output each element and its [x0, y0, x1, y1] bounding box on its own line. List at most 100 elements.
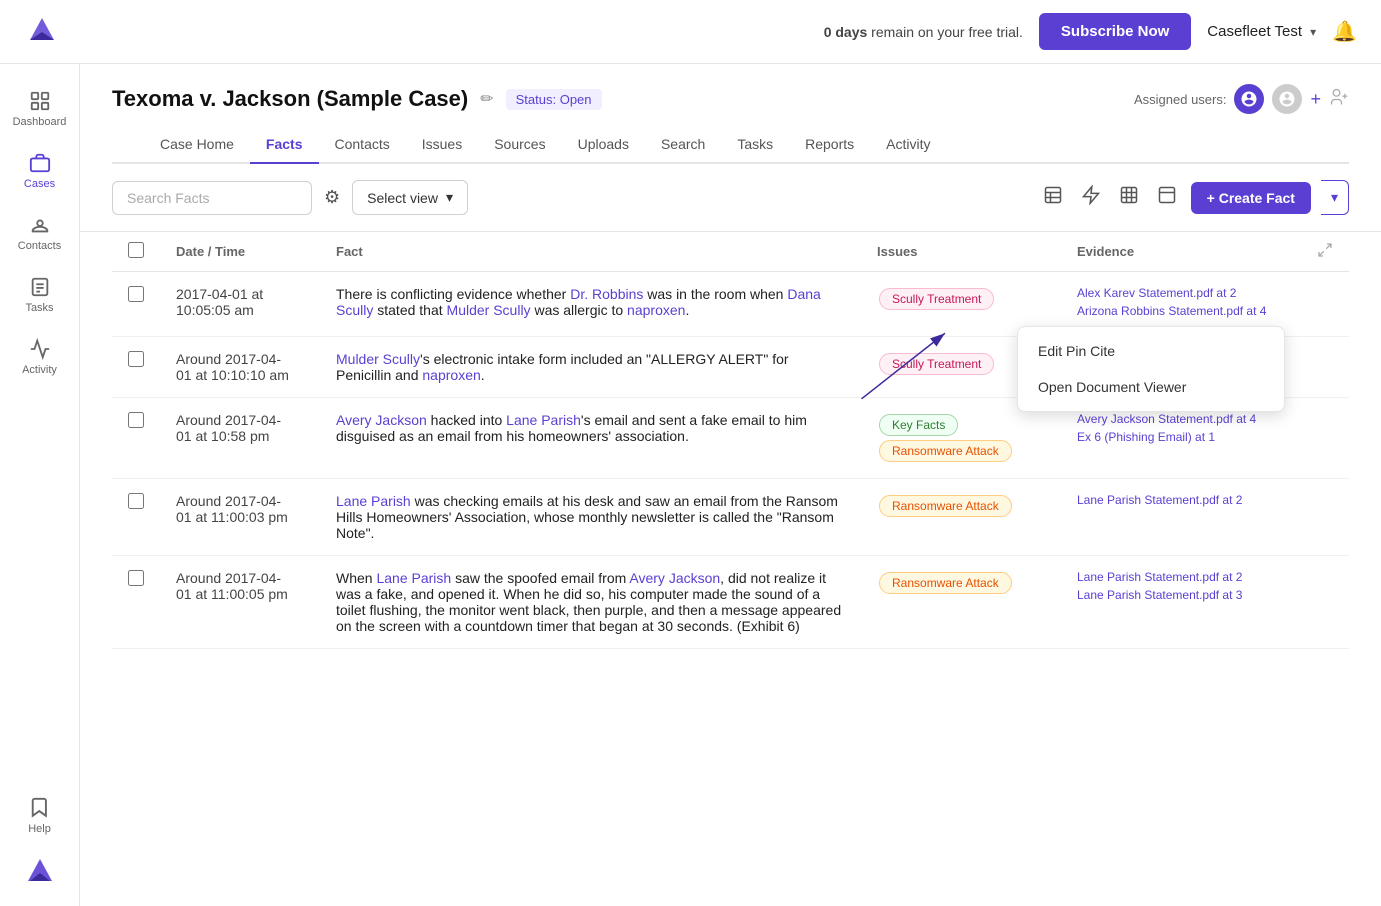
col-header-expand: [1301, 232, 1349, 272]
tab-uploads[interactable]: Uploads: [562, 126, 645, 164]
evidence-link-1[interactable]: Alex Karev Statement.pdf at 2: [1077, 286, 1285, 300]
case-title: Texoma v. Jackson (Sample Case): [112, 86, 468, 112]
row4-issues: Ransomware Attack: [861, 479, 1061, 556]
sidebar-item-help[interactable]: Help: [28, 796, 51, 835]
link-mulder-scully-2[interactable]: Mulder Scully: [336, 351, 420, 367]
edit-case-icon[interactable]: ✏: [480, 89, 493, 109]
evidence-link-5[interactable]: Ex 6 (Phishing Email) at 1: [1077, 430, 1285, 444]
link-dr-robbins[interactable]: Dr. Robbins: [570, 286, 643, 302]
link-lane-parish-3[interactable]: Lane Parish: [376, 570, 451, 586]
col-header-fact: Fact: [320, 232, 861, 272]
sidebar-item-cases[interactable]: Cases: [6, 142, 74, 200]
col-header-evidence: Evidence: [1061, 232, 1301, 272]
link-naproxen-2[interactable]: naproxen: [422, 367, 480, 383]
row2-fact: Mulder Scully's electronic intake form i…: [320, 337, 861, 398]
avatar-user2[interactable]: [1272, 84, 1302, 114]
add-user-button[interactable]: +: [1310, 89, 1321, 110]
logo: [24, 12, 60, 51]
avatar-user1[interactable]: [1234, 84, 1264, 114]
tab-facts[interactable]: Facts: [250, 126, 319, 164]
user-menu[interactable]: Casefleet Test ▾: [1207, 23, 1316, 40]
tasks-icon: [29, 276, 51, 298]
chart-icon[interactable]: [1115, 181, 1143, 214]
row1-date: 2017-04-01 at10:05:05 am: [160, 272, 320, 337]
activity-icon: [29, 338, 51, 360]
sidebar-label-help: Help: [28, 823, 51, 835]
trial-text: 0 days remain on your free trial.: [824, 24, 1023, 40]
tab-issues[interactable]: Issues: [406, 126, 478, 164]
row2-check[interactable]: [112, 337, 160, 398]
tab-tasks[interactable]: Tasks: [721, 126, 789, 164]
tag-scully-treatment-2[interactable]: Scully Treatment: [879, 353, 994, 375]
row5-date: Around 2017-04-01 at 11:00:05 pm: [160, 556, 320, 649]
contacts-icon: [29, 214, 51, 236]
link-avery-jackson[interactable]: Avery Jackson: [336, 412, 427, 428]
select-view-button[interactable]: Select view ▾: [352, 180, 468, 215]
tag-ransomware-attack-3[interactable]: Ransomware Attack: [879, 572, 1012, 594]
row3-date: Around 2017-04-01 at 10:58 pm: [160, 398, 320, 479]
evidence-link-6[interactable]: Lane Parish Statement.pdf at 2: [1077, 493, 1285, 507]
table-view-icon[interactable]: [1039, 181, 1067, 214]
row5-expand: [1301, 556, 1349, 649]
sidebar-item-activity[interactable]: Activity: [6, 328, 74, 386]
sidebar-label-cases: Cases: [24, 178, 55, 190]
link-naproxen[interactable]: naproxen: [627, 302, 685, 318]
row1-check[interactable]: [112, 272, 160, 337]
row1-expand: [1301, 272, 1349, 337]
create-fact-button[interactable]: + Create Fact: [1191, 182, 1311, 214]
tag-ransomware-attack-1[interactable]: Ransomware Attack: [879, 440, 1012, 462]
context-menu-edit-pin[interactable]: Edit Pin Cite: [1018, 333, 1284, 369]
tab-search[interactable]: Search: [645, 126, 721, 164]
case-status: Status: Open: [506, 89, 602, 110]
evidence-link-4[interactable]: Avery Jackson Statement.pdf at 4: [1077, 412, 1285, 426]
topbar: 0 days remain on your free trial. Subscr…: [0, 0, 1381, 64]
row4-check[interactable]: [112, 479, 160, 556]
evidence-link-2[interactable]: Arizona Robbins Statement.pdf at 4: [1077, 304, 1285, 318]
layout-icon[interactable]: [1153, 181, 1181, 214]
tab-reports[interactable]: Reports: [789, 126, 870, 164]
row5-check[interactable]: [112, 556, 160, 649]
search-input[interactable]: [112, 181, 312, 215]
sidebar-bottom-logo: [22, 851, 58, 890]
assigned-users: Assigned users: +: [1134, 84, 1349, 114]
tag-key-facts[interactable]: Key Facts: [879, 414, 958, 436]
select-all-checkbox[interactable]: [128, 242, 144, 258]
tab-sources[interactable]: Sources: [478, 126, 561, 164]
tab-activity[interactable]: Activity: [870, 126, 946, 164]
row5-issues: Ransomware Attack: [861, 556, 1061, 649]
link-mulder-scully[interactable]: Mulder Scully: [447, 302, 531, 318]
select-view-label: Select view: [367, 190, 438, 206]
sidebar-item-tasks[interactable]: Tasks: [6, 266, 74, 324]
link-lane-parish-2[interactable]: Lane Parish: [336, 493, 411, 509]
assigned-users-label: Assigned users:: [1134, 92, 1227, 107]
manage-users-icon[interactable]: [1329, 87, 1349, 112]
sidebar-item-dashboard[interactable]: Dashboard: [6, 80, 74, 138]
evidence-link-8[interactable]: Lane Parish Statement.pdf at 3: [1077, 588, 1285, 602]
filter-icon[interactable]: ⚙: [324, 187, 340, 208]
nav-tabs: Case Home Facts Contacts Issues Sources …: [112, 126, 1349, 164]
tag-scully-treatment[interactable]: Scully Treatment: [879, 288, 994, 310]
main-content: Texoma v. Jackson (Sample Case) ✏ Status…: [80, 64, 1381, 906]
context-menu-open-viewer[interactable]: Open Document Viewer: [1018, 369, 1284, 405]
sidebar-item-contacts[interactable]: Contacts: [6, 204, 74, 262]
row3-check[interactable]: [112, 398, 160, 479]
tab-contacts[interactable]: Contacts: [319, 126, 406, 164]
notification-bell-icon[interactable]: 🔔: [1332, 19, 1357, 44]
app-layout: Dashboard Cases Contacts Task: [0, 64, 1381, 906]
tag-ransomware-attack-2[interactable]: Ransomware Attack: [879, 495, 1012, 517]
subscribe-button[interactable]: Subscribe Now: [1039, 13, 1191, 50]
context-menu: Edit Pin Cite Open Document Viewer: [1017, 326, 1285, 412]
col-header-date: Date / Time: [160, 232, 320, 272]
case-title-row: Texoma v. Jackson (Sample Case) ✏ Status…: [112, 84, 1349, 114]
row3-fact: Avery Jackson hacked into Lane Parish's …: [320, 398, 861, 479]
facts-toolbar: ⚙ Select view ▾ + Create Fact ▾: [80, 164, 1381, 232]
create-fact-dropdown-button[interactable]: ▾: [1321, 180, 1349, 215]
evidence-link-7[interactable]: Lane Parish Statement.pdf at 2: [1077, 570, 1285, 584]
flash-icon[interactable]: [1077, 181, 1105, 214]
link-lane-parish[interactable]: Lane Parish: [506, 412, 581, 428]
sidebar-label-contacts: Contacts: [18, 240, 61, 252]
col-header-check: [112, 232, 160, 272]
bookmark-icon: [28, 796, 51, 819]
tab-case-home[interactable]: Case Home: [144, 126, 250, 164]
link-avery-jackson-2[interactable]: Avery Jackson: [629, 570, 720, 586]
